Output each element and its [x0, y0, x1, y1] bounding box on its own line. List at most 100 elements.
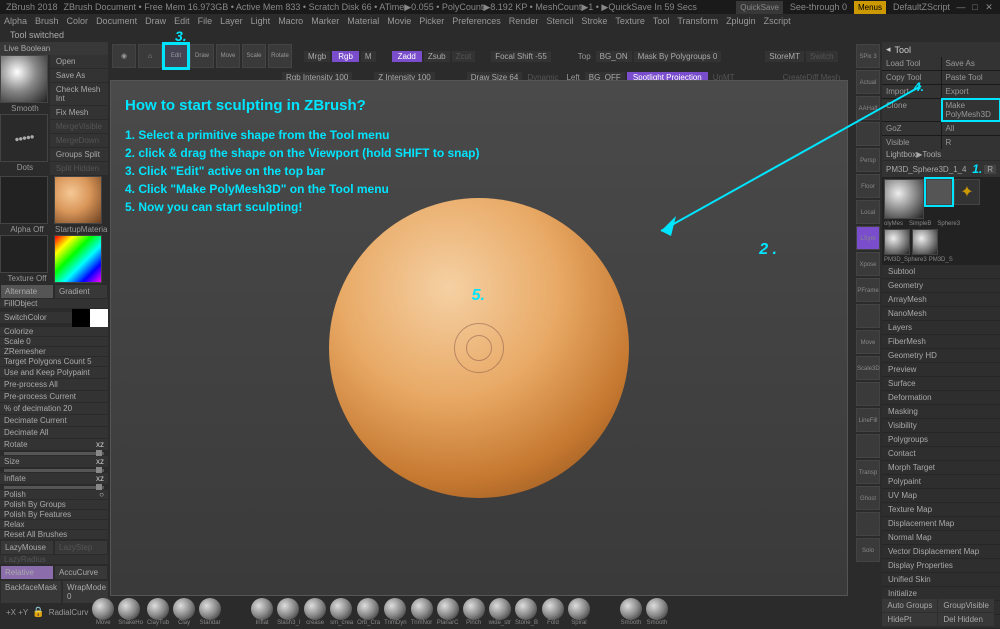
subpanel-texture-map[interactable]: Texture Map [882, 503, 1000, 517]
brush-Stone_B[interactable]: Stone_B [515, 598, 538, 626]
r-button[interactable]: R [984, 165, 996, 174]
color-swatch-black[interactable] [72, 309, 90, 327]
color-picker[interactable] [54, 235, 102, 283]
tool-grid-save-as[interactable]: Save As [942, 57, 1000, 70]
tool-grid-paste-tool[interactable]: Paste Tool [942, 71, 1000, 84]
subpanel-subtool[interactable]: Subtool [882, 265, 1000, 279]
rside-Transp[interactable]: Transp [856, 460, 880, 484]
accucurve-button[interactable]: AccuCurve [55, 566, 107, 579]
rside-Xpose[interactable]: Xpose [856, 252, 880, 276]
leftmenu-item[interactable]: Groups Split [50, 148, 108, 162]
color-swatch-white[interactable] [90, 309, 108, 327]
tool-thumb-star[interactable]: ✦ [954, 179, 980, 205]
subpanel-arraymesh[interactable]: ArrayMesh [882, 293, 1000, 307]
subpanel-vector-displacement-map[interactable]: Vector Displacement Map [882, 545, 1000, 559]
rside-Move[interactable]: Move [856, 330, 880, 354]
menu-marker[interactable]: Marker [311, 16, 339, 26]
target-polygons[interactable]: Target Polygons Count 5 [0, 357, 108, 367]
reset-brushes[interactable]: Reset All Brushes [0, 530, 108, 540]
rside-Floor[interactable]: Floor [856, 174, 880, 198]
gradient-button[interactable]: Gradient [55, 285, 107, 298]
rside-icon[interactable] [856, 382, 880, 406]
polish-groups[interactable]: Polish By Groups [0, 500, 108, 510]
polish-features[interactable]: Polish By Features [0, 510, 108, 520]
xy-label[interactable]: +X +Y [6, 608, 28, 617]
subpanel-nanomesh[interactable]: NanoMesh [882, 307, 1000, 321]
lock-icon[interactable]: 🔒 [32, 607, 44, 618]
autogroups-button[interactable]: Auto Groups [882, 599, 937, 612]
rside-Actual[interactable]: Actual [856, 70, 880, 94]
rside-SPix 3[interactable]: SPix 3 [856, 44, 880, 68]
backface-button[interactable]: BackfaceMask [1, 581, 61, 603]
rside-icon[interactable] [856, 512, 880, 536]
rside-icon[interactable] [856, 434, 880, 458]
groupvisible-button[interactable]: GroupVisible [938, 599, 994, 612]
brush-PlanarC[interactable]: PlanarC [437, 598, 459, 626]
decimation-item[interactable]: Pre-process Current [0, 391, 108, 403]
decimation-item[interactable]: Decimate Current [0, 415, 108, 427]
menu-zscript[interactable]: Zscript [764, 16, 791, 26]
projection-icon[interactable]: ◉ [112, 44, 136, 68]
texture-thumbnail[interactable] [0, 235, 48, 273]
subpanel-geometry-hd[interactable]: Geometry HD [882, 349, 1000, 363]
decimation-item[interactable]: Pre-process All [0, 379, 108, 391]
lazystep[interactable]: LazyStep [55, 541, 107, 554]
tool-grid-make-polymesh3d[interactable]: Make PolyMesh3D [942, 99, 1000, 121]
scale-button[interactable]: Scale [242, 44, 266, 68]
brush-thumbnail[interactable] [0, 55, 48, 103]
brush-Move[interactable]: Move [92, 598, 114, 626]
decimation-item[interactable]: Decimate All [0, 427, 108, 439]
menu-alpha[interactable]: Alpha [4, 16, 27, 26]
rside-icon[interactable] [856, 304, 880, 328]
brush-Spiral[interactable]: Spiral [568, 598, 590, 626]
leftmenu-item[interactable]: Check Mesh Int [50, 83, 108, 106]
polish-slider[interactable]: Polish○ [0, 490, 108, 500]
tool-panel-header[interactable]: ◂Tool [882, 42, 1000, 57]
home-icon[interactable]: ⌂ [138, 44, 162, 68]
fillobject-button[interactable]: FillObject [0, 299, 108, 309]
tool-thumb-current[interactable] [884, 179, 924, 219]
rside-PFrame[interactable]: PFrame [856, 278, 880, 302]
rside-LSym[interactable]: LSym [856, 226, 880, 250]
viewport[interactable]: How to start sculpting in ZBrush? 1. Sel… [110, 80, 848, 596]
menu-light[interactable]: Light [251, 16, 271, 26]
inflate-slider[interactable]: Inflatexz [0, 473, 108, 485]
zadd-button[interactable]: Zadd [392, 51, 422, 62]
menu-color[interactable]: Color [67, 16, 89, 26]
subpanel-fibermesh[interactable]: FiberMesh [882, 335, 1000, 349]
leftmenu-item[interactable]: MergeDown [50, 134, 108, 148]
menu-preferences[interactable]: Preferences [452, 16, 501, 26]
switchcolor-button[interactable]: SwitchColor [0, 312, 72, 324]
decimation-item[interactable]: Use and Keep Polypaint [0, 367, 108, 379]
decimation-item[interactable]: % of decimation 20 [0, 403, 108, 415]
focal-shift[interactable]: Focal Shift -55 [491, 51, 551, 62]
menu-picker[interactable]: Picker [419, 16, 444, 26]
menu-layer[interactable]: Layer [220, 16, 243, 26]
brush-Clay[interactable]: Clay [173, 598, 195, 626]
menu-file[interactable]: File [198, 16, 213, 26]
subpanel-visibility[interactable]: Visibility [882, 419, 1000, 433]
switch-button[interactable]: Switch [806, 51, 838, 62]
rside-Ghost[interactable]: Ghost [856, 486, 880, 510]
subpanel-surface[interactable]: Surface [882, 377, 1000, 391]
menu-texture[interactable]: Texture [615, 16, 645, 26]
bgon-button[interactable]: BG_ON [596, 51, 632, 62]
tool-grid-visible[interactable]: Visible [882, 136, 941, 149]
tool-thumb[interactable] [912, 229, 938, 255]
brush-crease[interactable]: crease [304, 598, 326, 626]
brush-TrimNor[interactable]: TrimNor [411, 598, 433, 626]
radial-label[interactable]: RadialCurv [49, 608, 89, 617]
brush-Inflat[interactable]: Inflat [251, 598, 273, 626]
brush-Smooth[interactable]: Smooth [620, 598, 642, 626]
subpanel-display-properties[interactable]: Display Properties [882, 559, 1000, 573]
rside-Scale3D[interactable]: Scale3D [856, 356, 880, 380]
close-icon[interactable]: ✕ [984, 2, 994, 13]
brush-Slash3_l[interactable]: Slash3_l [277, 598, 300, 626]
subpanel-uv-map[interactable]: UV Map [882, 489, 1000, 503]
tool-grid-load-tool[interactable]: Load Tool [882, 57, 941, 70]
tool-grid-export[interactable]: Export [942, 85, 1000, 98]
alternate-button[interactable]: Alternate [1, 285, 53, 298]
move-button[interactable]: Move [216, 44, 240, 68]
tool-thumb[interactable] [884, 229, 910, 255]
quicksave-button[interactable]: QuickSave [736, 1, 783, 14]
